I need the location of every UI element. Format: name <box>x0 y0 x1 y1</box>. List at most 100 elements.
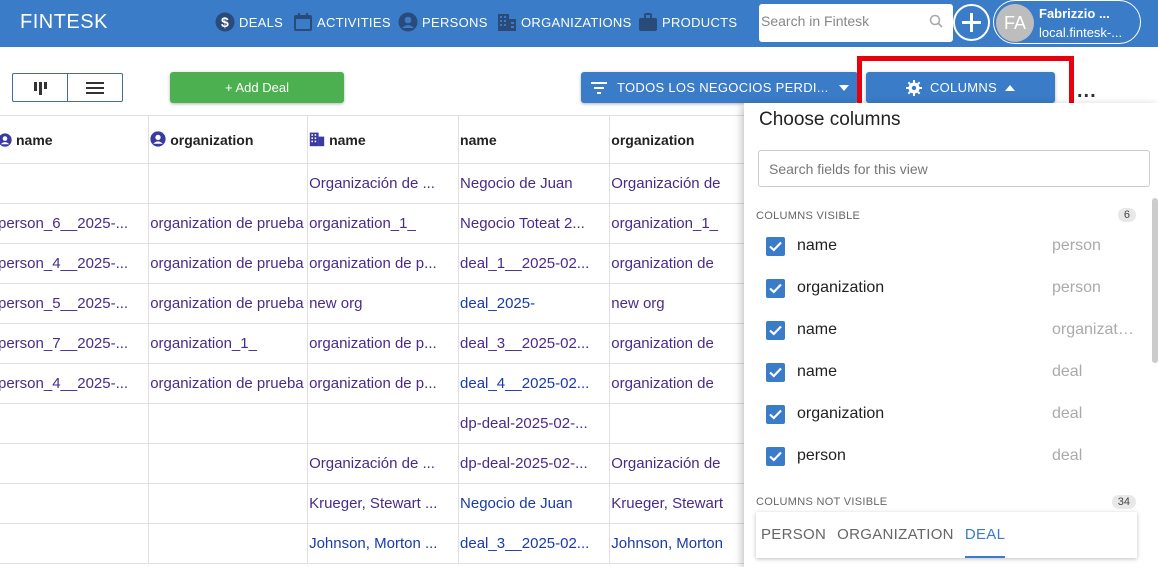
visible-column-item[interactable]: person deal <box>766 441 1136 471</box>
table-row[interactable]: dp-deal-2025-02-... <box>0 403 756 444</box>
table-cell[interactable]: person_5__2025-... <box>0 283 150 324</box>
table-row[interactable]: person_5__2025-... organization de prueba… <box>0 283 756 324</box>
table-cell[interactable]: organization_1_ <box>148 323 309 364</box>
tab-deal[interactable]: DEAL <box>964 512 1006 558</box>
table-cell[interactable]: organization_1_ <box>609 203 756 244</box>
table-row[interactable]: person_6__2025-... organization de prueba… <box>0 203 756 244</box>
visible-column-item[interactable]: organization person <box>766 273 1136 303</box>
column-header[interactable]: organization <box>148 115 309 164</box>
table-cell[interactable]: Krueger, Stewart <box>609 483 756 524</box>
table-cell[interactable]: Negocio de Juan <box>458 483 611 524</box>
table-cell[interactable]: dp-deal-2025-02-... <box>458 443 611 484</box>
table-cell[interactable]: person_7__2025-... <box>0 323 150 364</box>
table-cell[interactable]: Negocio de Juan <box>458 163 611 204</box>
table-cell[interactable] <box>148 403 309 444</box>
visible-column-item[interactable]: organization deal <box>766 399 1136 429</box>
table-cell[interactable] <box>0 523 150 564</box>
table-row[interactable]: Organización de ... Negocio de Juan Organi… <box>0 163 756 204</box>
table-cell[interactable]: organization de prueba <box>148 203 309 244</box>
checkbox[interactable] <box>766 320 785 340</box>
columns-button[interactable]: COLUMNS <box>866 72 1055 103</box>
table-row[interactable]: Organización de ... dp-deal-2025-02-... Or… <box>0 443 756 484</box>
table-cell[interactable] <box>148 163 309 204</box>
filter-button[interactable]: TODOS LOS NEGOCIOS PERDI... <box>581 72 858 103</box>
table-row[interactable]: Johnson, Morton ... deal_3__2025-02... Joh… <box>0 523 756 564</box>
table-cell[interactable] <box>148 483 309 524</box>
global-search[interactable] <box>759 4 953 42</box>
table-row[interactable]: person_4__2025-... organization de prueba… <box>0 363 756 404</box>
visible-column-item[interactable]: name deal <box>766 357 1136 387</box>
table-cell[interactable]: person_4__2025-... <box>0 363 150 404</box>
table-cell[interactable]: person_6__2025-... <box>0 203 150 244</box>
table-cell[interactable]: deal_3__2025-02... <box>458 523 611 564</box>
tab-person[interactable]: PERSON <box>761 512 826 558</box>
table-cell[interactable]: organization_1_ <box>307 203 460 244</box>
checkbox[interactable] <box>766 278 785 298</box>
table-row[interactable]: person_4__2025-... organization de prueba… <box>0 243 756 284</box>
nav-deals[interactable]: $ DEALS <box>215 10 283 34</box>
table-cell[interactable]: Johnson, Morton ... <box>307 523 460 564</box>
table-cell[interactable]: dp-deal-2025-02-... <box>458 403 611 444</box>
search-input[interactable] <box>761 13 921 29</box>
table-cell[interactable]: new org <box>307 283 460 324</box>
user-menu[interactable]: FA Fabrizzio ... local.fintesk-... <box>993 0 1141 44</box>
search-icon[interactable] <box>929 14 943 28</box>
table-cell[interactable]: organization de <box>609 323 756 364</box>
column-header[interactable]: organization <box>609 115 756 164</box>
create-button[interactable] <box>953 4 990 41</box>
table-cell[interactable]: Negocio Toteat 2... <box>458 203 611 244</box>
table-cell[interactable]: person_4__2025-... <box>0 243 150 284</box>
table-cell[interactable]: organization de <box>609 363 756 404</box>
panel-scrollbar[interactable] <box>1152 198 1158 363</box>
table-cell[interactable]: organization de prueba <box>148 243 309 284</box>
table-cell[interactable] <box>0 483 150 524</box>
more-options-button[interactable]: ... <box>1077 80 1097 103</box>
table-cell[interactable]: Krueger, Stewart ... <box>307 483 460 524</box>
nav-products[interactable]: PRODUCTS <box>638 10 737 34</box>
table-cell[interactable]: organization de prueba <box>148 363 309 404</box>
checkbox[interactable] <box>766 404 785 424</box>
add-deal-button[interactable]: + Add Deal <box>170 72 344 103</box>
nav-organizations[interactable]: ORGANIZATIONS <box>497 10 632 34</box>
table-cell[interactable]: deal_4__2025-02... <box>458 363 611 404</box>
tab-organization[interactable]: ORGANIZATION <box>837 512 954 558</box>
field-search-input[interactable] <box>758 150 1150 187</box>
table-cell[interactable] <box>0 443 150 484</box>
table-cell[interactable]: deal_2025- <box>458 283 611 324</box>
table-cell[interactable]: deal_1__2025-02... <box>458 243 611 284</box>
table-row[interactable]: person_7__2025-... organization_1_ organiz… <box>0 323 756 364</box>
visible-column-item[interactable]: name person <box>766 231 1136 261</box>
table-cell[interactable]: Organización de ... <box>307 443 460 484</box>
table-cell[interactable] <box>148 523 309 564</box>
pipeline-view-button[interactable] <box>13 74 68 101</box>
table-cell[interactable]: organization de prueba <box>148 283 309 324</box>
table-row[interactable]: Krueger, Stewart ... Negocio de Juan Krueg… <box>0 483 756 524</box>
table-cell[interactable] <box>609 403 756 444</box>
briefcase-icon <box>639 13 657 31</box>
table-cell[interactable]: organization de p... <box>307 323 460 364</box>
table-cell[interactable] <box>0 403 150 444</box>
table-cell[interactable]: organization de p... <box>307 243 460 284</box>
table-cell[interactable]: organization de <box>609 243 756 284</box>
column-header[interactable]: name <box>458 115 611 164</box>
table-cell[interactable]: Organización de <box>609 443 756 484</box>
checkbox[interactable] <box>766 446 785 466</box>
list-view-button[interactable] <box>68 74 122 101</box>
column-header[interactable]: name <box>0 115 150 164</box>
brand-logo[interactable]: FINTESK <box>20 11 108 34</box>
visible-column-item[interactable]: name organization <box>766 315 1136 345</box>
table-cell[interactable]: Johnson, Morton <box>609 523 756 564</box>
table-cell[interactable] <box>307 403 460 444</box>
table-cell[interactable]: organization de p... <box>307 363 460 404</box>
table-cell[interactable]: new org <box>609 283 756 324</box>
table-cell[interactable]: Organización de ... <box>307 163 460 204</box>
checkbox[interactable] <box>766 362 785 382</box>
nav-activities[interactable]: ACTIVITIES <box>293 10 391 34</box>
table-cell[interactable] <box>0 163 150 204</box>
table-cell[interactable]: Organización de <box>609 163 756 204</box>
column-header[interactable]: name <box>307 115 460 164</box>
checkbox[interactable] <box>766 236 785 256</box>
nav-persons[interactable]: PERSONS <box>398 10 488 34</box>
table-cell[interactable] <box>148 443 309 484</box>
table-cell[interactable]: deal_3__2025-02... <box>458 323 611 364</box>
